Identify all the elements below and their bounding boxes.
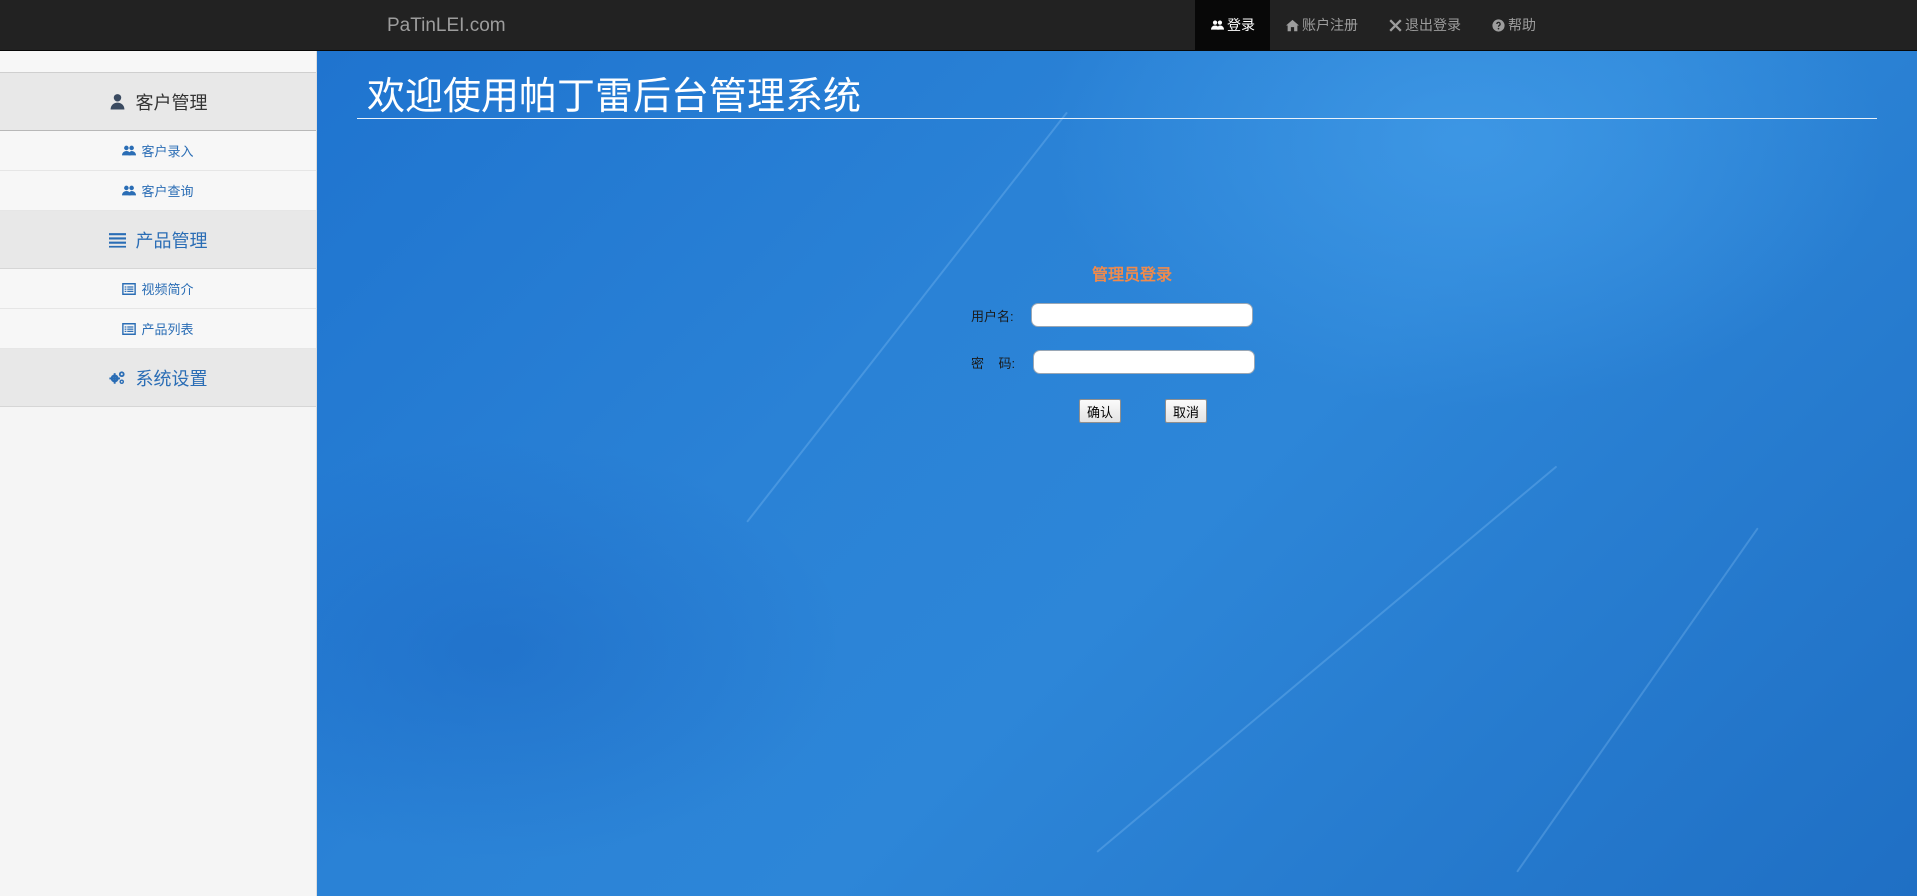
list-icon	[108, 233, 126, 248]
sidebar-item-customer-query-label: 客户查询	[141, 184, 194, 199]
sidebar-top-strip	[0, 51, 316, 73]
background-streak	[1096, 465, 1558, 853]
users-icon	[1210, 19, 1224, 33]
sidebar-group-product[interactable]: 产品管理	[0, 211, 316, 269]
sidebar-item-customer-entry[interactable]: 客户录入	[0, 131, 316, 171]
sidebar-item-video-intro[interactable]: 视频简介	[0, 269, 316, 309]
confirm-button[interactable]: 确认	[1079, 399, 1122, 423]
sidebar-group-settings-label: 系统设置	[135, 368, 208, 389]
nav-logout[interactable]: 退出登录	[1373, 0, 1476, 51]
password-input[interactable]	[1033, 350, 1255, 374]
user-icon	[110, 94, 124, 110]
password-row: 密 码:	[971, 350, 1255, 374]
nav-login[interactable]: 登录	[1195, 0, 1270, 51]
page-title: 欢迎使用帕丁雷后台管理系统	[367, 74, 862, 118]
gears-icon	[108, 371, 125, 385]
sidebar-group-product-label: 产品管理	[135, 230, 208, 251]
list-alt-icon	[122, 282, 137, 295]
sidebar-group-settings[interactable]: 系统设置	[0, 349, 316, 407]
username-row: 用户名:	[971, 303, 1253, 327]
close-icon	[1388, 19, 1402, 33]
main-content: 欢迎使用帕丁雷后台管理系统 管理员登录 用户名: 密 码: 确认 取消	[317, 51, 1917, 896]
nav-register-label: 账户注册	[1302, 17, 1358, 33]
background-streak	[1516, 527, 1759, 873]
sidebar-group-customer[interactable]: 客户管理	[0, 73, 316, 131]
login-title: 管理员登录	[1092, 267, 1173, 284]
top-navbar: PaTinLEI.com 登录 账户注册 退出登录 帮助	[0, 0, 1917, 51]
title-divider	[357, 118, 1877, 119]
nav-help[interactable]: 帮助	[1476, 0, 1551, 51]
question-circle-icon	[1491, 19, 1505, 33]
username-input[interactable]	[1031, 303, 1253, 327]
users-icon	[122, 185, 137, 195]
list-alt-icon	[122, 322, 137, 335]
sidebar-group-customer-label: 客户管理	[135, 92, 208, 113]
cancel-button[interactable]: 取消	[1165, 399, 1208, 423]
nav-register[interactable]: 账户注册	[1270, 0, 1373, 51]
home-icon	[1285, 19, 1299, 33]
brand-logo[interactable]: PaTinLEI.com	[387, 0, 506, 51]
sidebar-item-product-list-label: 产品列表	[141, 322, 194, 337]
sidebar-item-customer-query[interactable]: 客户查询	[0, 171, 316, 211]
sidebar-item-video-intro-label: 视频简介	[141, 282, 194, 297]
users-icon	[122, 145, 137, 155]
sidebar-item-product-list[interactable]: 产品列表	[0, 309, 316, 349]
nav-logout-label: 退出登录	[1405, 17, 1461, 33]
password-label: 密 码:	[971, 355, 1016, 371]
navbar-links: 登录 账户注册 退出登录 帮助	[1195, 0, 1551, 51]
nav-help-label: 帮助	[1508, 17, 1536, 33]
sidebar: 客户管理 客户录入 客户查询 产品管理 视频简介 产品列表 系统设置	[0, 51, 317, 896]
username-label: 用户名:	[971, 308, 1014, 324]
sidebar-item-customer-entry-label: 客户录入	[141, 144, 194, 159]
nav-login-label: 登录	[1227, 17, 1255, 33]
